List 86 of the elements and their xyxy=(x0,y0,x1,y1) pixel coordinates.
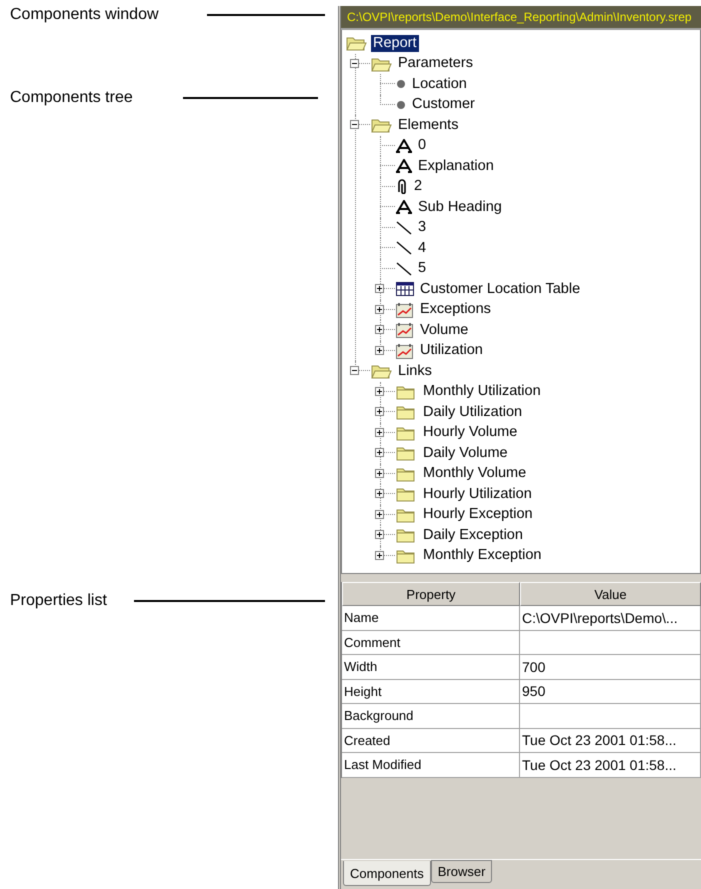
tree-item[interactable]: 5 xyxy=(416,260,428,278)
tree-item[interactable]: Parameters xyxy=(396,55,475,72)
folder-icon xyxy=(396,548,417,564)
tree-toggle[interactable] xyxy=(375,284,384,294)
tree-toggle[interactable] xyxy=(350,58,359,68)
value-cell: 700 xyxy=(520,655,701,680)
tree-item[interactable]: Volume xyxy=(418,322,470,339)
property-cell: Width xyxy=(342,655,520,680)
folder-icon xyxy=(346,35,367,52)
tree-item[interactable]: Monthly Exception xyxy=(421,547,544,564)
tree-toggle[interactable] xyxy=(375,428,384,437)
folder-icon xyxy=(396,527,417,544)
folder-icon xyxy=(396,445,417,462)
property-cell: Background xyxy=(342,704,520,728)
callout-label: Components window xyxy=(10,6,159,24)
property-cell: Name xyxy=(342,606,520,630)
tree-item[interactable]: Elements xyxy=(396,116,460,134)
folder-icon xyxy=(396,424,417,441)
folder-icon xyxy=(396,486,417,502)
tree-toggle[interactable] xyxy=(350,120,359,130)
tree-item[interactable]: Links xyxy=(396,362,434,380)
chart-icon xyxy=(396,322,414,338)
tree-item[interactable]: Monthly Utilization xyxy=(421,383,543,400)
tree-toggle[interactable] xyxy=(375,550,384,560)
value-cell: Tue Oct 23 2001 01:58... xyxy=(520,728,701,753)
callout-label: Properties list xyxy=(10,592,107,610)
tree-item[interactable]: Hourly Utilization xyxy=(421,486,534,503)
tree-toggle[interactable] xyxy=(375,468,384,478)
line-icon xyxy=(396,262,412,276)
tree-item[interactable]: Location xyxy=(410,76,469,93)
tree-item[interactable]: Exceptions xyxy=(418,301,493,318)
tree-toggle[interactable] xyxy=(375,304,384,314)
folder-icon xyxy=(371,56,392,72)
tree-item[interactable]: Explanation xyxy=(416,158,496,175)
table-icon xyxy=(396,282,414,296)
tree-item[interactable]: Daily Utilization xyxy=(421,404,524,421)
tree-toggle[interactable] xyxy=(375,325,384,334)
tree-item[interactable]: Hourly Volume xyxy=(421,424,520,442)
window-title: C:\OVPI\reports\Demo\Interface_Reporting\Admin\Inventory.srep xyxy=(341,6,701,30)
tree-item[interactable]: 3 xyxy=(416,219,428,236)
tree-item[interactable]: 2 xyxy=(412,178,424,196)
tree-item[interactable]: 0 xyxy=(416,137,428,154)
tree-item[interactable]: Sub Heading xyxy=(416,198,504,216)
folder-icon xyxy=(396,506,417,523)
tab[interactable]: Components xyxy=(343,861,431,886)
value-cell: C:\OVPI\reports\Demo\... xyxy=(520,606,701,630)
tree-item[interactable]: Utilization xyxy=(418,342,485,360)
line-icon xyxy=(396,220,412,235)
tree-toggle[interactable] xyxy=(350,366,359,376)
folder-icon xyxy=(396,404,417,420)
column-header[interactable]: Value xyxy=(520,582,701,606)
folder-icon xyxy=(396,384,417,400)
property-cell: Height xyxy=(342,680,520,704)
folder-icon xyxy=(396,466,417,482)
clip-icon xyxy=(396,179,408,194)
tree-toggle[interactable] xyxy=(375,448,384,458)
tree-toggle[interactable] xyxy=(375,386,384,396)
callout-label: Components tree xyxy=(10,89,133,107)
property-cell: Comment xyxy=(342,630,520,655)
text-icon xyxy=(396,200,412,214)
tree-toggle[interactable] xyxy=(375,489,384,498)
tree-item[interactable]: Daily Volume xyxy=(421,444,510,462)
text-icon xyxy=(396,159,412,174)
dot-icon xyxy=(396,100,406,110)
chart-icon xyxy=(396,302,414,318)
tree-item[interactable]: Daily Exception xyxy=(421,526,525,544)
text-icon xyxy=(396,138,412,153)
tree-item[interactable]: Hourly Exception xyxy=(421,506,535,524)
tree-item[interactable]: Customer xyxy=(410,96,477,114)
tree-item[interactable]: Customer Location Table xyxy=(418,280,582,298)
chart-icon xyxy=(396,342,414,359)
folder-icon xyxy=(371,117,392,134)
tree-item[interactable]: 4 xyxy=(416,240,428,257)
tree-toggle[interactable] xyxy=(375,510,384,519)
tree-item[interactable]: Monthly Volume xyxy=(421,465,528,482)
column-header[interactable]: Property xyxy=(342,582,520,606)
tree-toggle[interactable] xyxy=(375,407,384,416)
line-icon xyxy=(396,241,412,256)
tab[interactable]: Browser xyxy=(430,860,492,883)
folder-icon xyxy=(371,363,392,380)
property-cell: Created xyxy=(342,728,520,753)
value-cell: 950 xyxy=(520,680,701,704)
tree-toggle[interactable] xyxy=(375,530,384,540)
dot-icon xyxy=(396,79,406,90)
tree-toggle[interactable] xyxy=(375,346,384,355)
tree-item[interactable]: Report xyxy=(371,34,419,52)
